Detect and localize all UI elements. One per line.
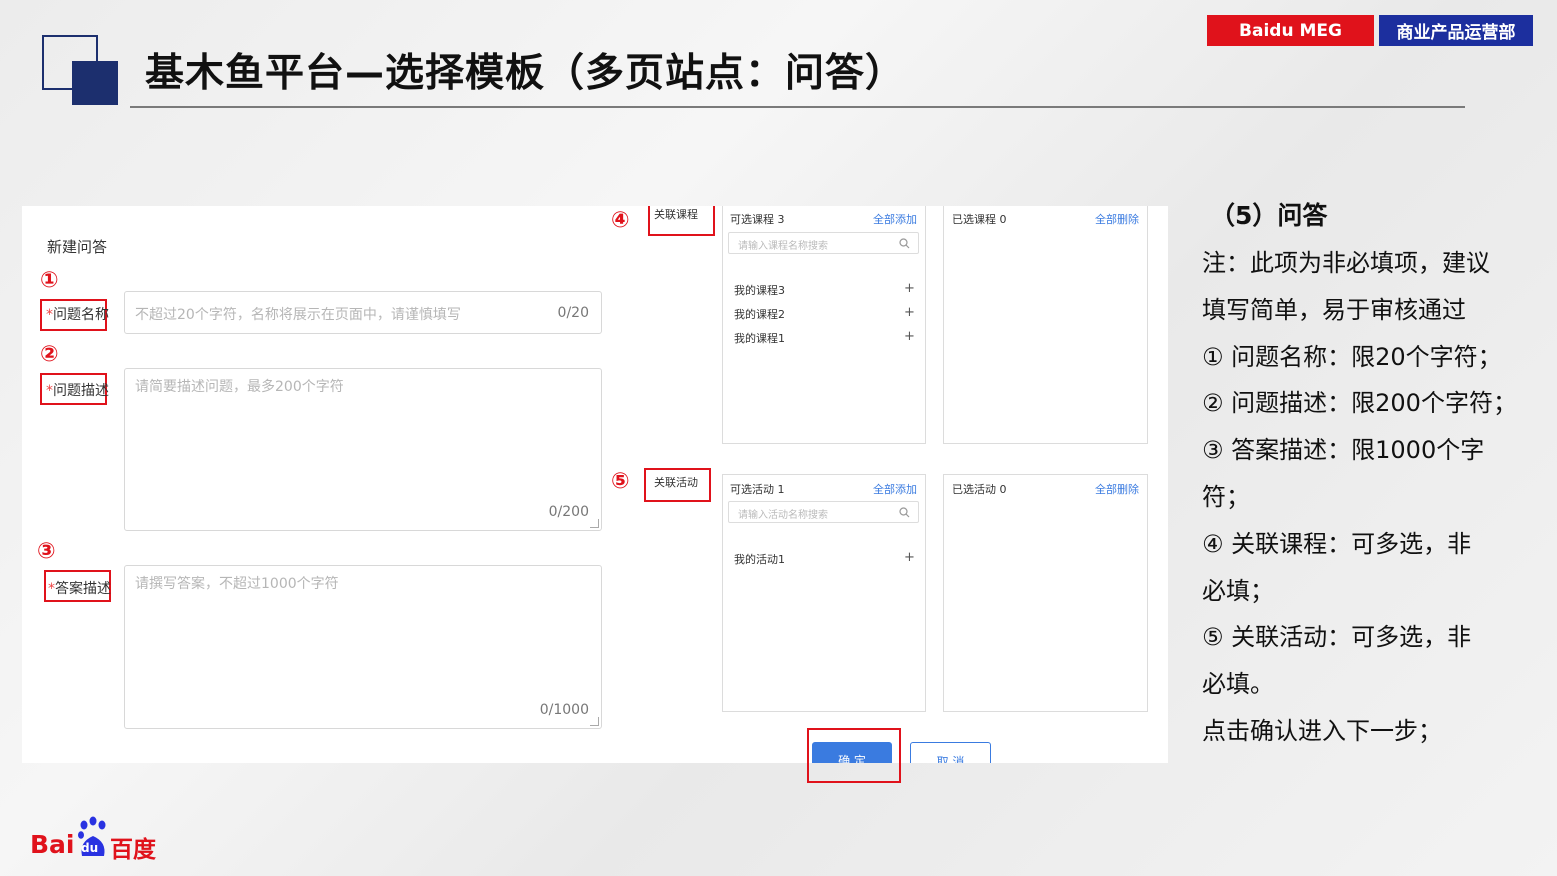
courses-remove-all-link[interactable]: 全部删除 bbox=[1095, 211, 1139, 227]
logo-text-right: 百度 bbox=[110, 837, 156, 863]
courses-label: 关联课程 bbox=[654, 208, 698, 221]
question-name-counter: 0/20 bbox=[557, 305, 589, 321]
resize-handle-icon[interactable] bbox=[590, 717, 599, 726]
available-activities-box: 可选活动 1 全部添加 请输入活动名称搜索 我的活动1 + bbox=[722, 474, 926, 712]
notes-line: 必填； bbox=[1202, 577, 1274, 605]
courses-search-placeholder: 请输入课程名称搜索 bbox=[738, 241, 828, 252]
marker-4: ④ bbox=[611, 208, 630, 233]
available-activities-title: 可选活动 1 bbox=[730, 483, 785, 496]
notes-line: ⑤ 关联活动：可多选，非 bbox=[1202, 623, 1472, 651]
highlight-confirm-button bbox=[807, 728, 901, 783]
brand-badge-department: 商业产品运营部 bbox=[1379, 15, 1533, 46]
activities-label: 关联活动 bbox=[654, 476, 698, 489]
page-title: 基木鱼平台—选择模板（多页站点：问答） bbox=[145, 51, 906, 96]
question-desc-placeholder: 请简要描述问题，最多200个字符 bbox=[135, 379, 344, 395]
selected-activities-title: 已选活动 0 bbox=[952, 483, 1007, 496]
course-item: 我的课程3 bbox=[734, 284, 785, 297]
marker-2: ② bbox=[40, 342, 59, 367]
brand-badge-baidu-meg: Baidu MEG bbox=[1207, 15, 1374, 46]
notes-line: 点击确认进入下一步； bbox=[1202, 717, 1442, 745]
marker-1: ① bbox=[40, 268, 59, 293]
logo-paw-text: du bbox=[81, 841, 99, 855]
question-desc-textarea[interactable]: 请简要描述问题，最多200个字符 0/200 bbox=[124, 368, 602, 531]
add-course-plus-icon[interactable]: + bbox=[904, 329, 915, 344]
courses-add-all-link[interactable]: 全部添加 bbox=[873, 211, 917, 227]
search-icon bbox=[899, 507, 910, 518]
notes-line: 注：此项为非必填项，建议 bbox=[1202, 249, 1490, 277]
notes-line: ① 问题名称：限20个字符； bbox=[1202, 343, 1502, 371]
form-heading: 新建问答 bbox=[47, 238, 108, 256]
notes-line: 填写简单，易于审核通过 bbox=[1202, 296, 1466, 324]
answer-desc-placeholder: 请撰写答案，不超过1000个字符 bbox=[135, 576, 339, 592]
course-item: 我的课程1 bbox=[734, 332, 785, 345]
notes-line: ③ 答案描述：限1000个字 bbox=[1202, 436, 1485, 464]
add-course-plus-icon[interactable]: + bbox=[904, 281, 915, 296]
activities-search-input[interactable]: 请输入活动名称搜索 bbox=[728, 501, 919, 523]
baidu-logo: Bai du 百度 bbox=[30, 816, 160, 863]
activities-add-all-link[interactable]: 全部添加 bbox=[873, 481, 917, 497]
add-course-plus-icon[interactable]: + bbox=[904, 305, 915, 320]
notes-line: 符； bbox=[1202, 483, 1250, 511]
marker-3: ③ bbox=[37, 539, 56, 564]
answer-desc-textarea[interactable]: 请撰写答案，不超过1000个字符 0/1000 bbox=[124, 565, 602, 729]
question-name-input[interactable]: 不超过20个字符，名称将展示在页面中，请谨慎填写 0/20 bbox=[124, 291, 602, 334]
resize-handle-icon[interactable] bbox=[590, 519, 599, 528]
cancel-button[interactable]: 取 消 bbox=[910, 742, 991, 763]
question-name-placeholder: 不超过20个字符，名称将展示在页面中，请谨慎填写 bbox=[135, 307, 461, 323]
question-name-label: *问题名称 bbox=[46, 307, 109, 323]
search-icon bbox=[899, 238, 910, 249]
selected-courses-box: 已选课程 0 全部删除 bbox=[943, 206, 1148, 444]
question-desc-label: *问题描述 bbox=[46, 383, 109, 399]
title-divider bbox=[130, 106, 1465, 108]
add-activity-plus-icon[interactable]: + bbox=[904, 550, 915, 565]
notes-heading: （5）问答 bbox=[1210, 201, 1328, 230]
header-decor-fill bbox=[72, 61, 118, 105]
selected-courses-title: 已选课程 0 bbox=[952, 213, 1007, 226]
activity-item: 我的活动1 bbox=[734, 553, 785, 566]
logo-text-left: Bai bbox=[30, 830, 75, 859]
marker-5: ⑤ bbox=[611, 469, 630, 494]
available-courses-title: 可选课程 3 bbox=[730, 213, 785, 226]
course-item: 我的课程2 bbox=[734, 308, 785, 321]
notes-line: ② 问题描述：限200个字符； bbox=[1202, 389, 1517, 417]
activities-remove-all-link[interactable]: 全部删除 bbox=[1095, 481, 1139, 497]
answer-desc-label: *答案描述 bbox=[48, 581, 111, 597]
courses-search-input[interactable]: 请输入课程名称搜索 bbox=[728, 232, 919, 254]
answer-desc-counter: 0/1000 bbox=[539, 702, 589, 718]
activities-search-placeholder: 请输入活动名称搜索 bbox=[738, 510, 828, 521]
available-courses-box: 可选课程 3 全部添加 请输入课程名称搜索 我的课程3 + 我的课程2 + 我的… bbox=[722, 206, 926, 444]
notes-line: 必填。 bbox=[1202, 670, 1274, 698]
selected-activities-box: 已选活动 0 全部删除 bbox=[943, 474, 1148, 712]
question-desc-counter: 0/200 bbox=[548, 504, 589, 520]
form-screenshot-panel: 新建问答 ① *问题名称 不超过20个字符，名称将展示在页面中，请谨慎填写 0/… bbox=[22, 206, 1168, 763]
notes-line: ④ 关联课程：可多选，非 bbox=[1202, 530, 1472, 558]
